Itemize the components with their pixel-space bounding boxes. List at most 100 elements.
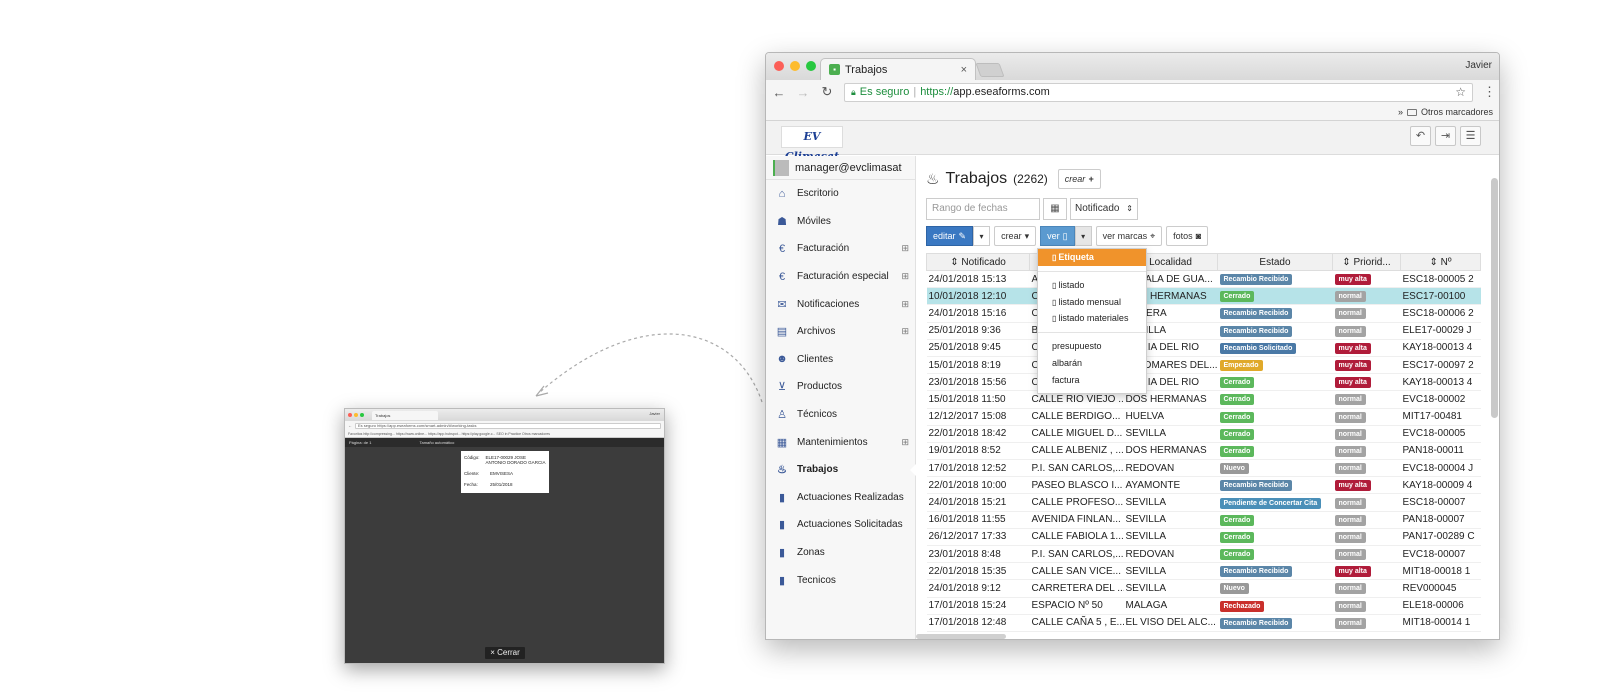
other-bookmarks[interactable]: Otros marcadores [1421, 107, 1493, 117]
table-row[interactable]: 17/01/2018 15:24 ESPACIO Nº 50 MALAGA Recha… [926, 597, 1481, 615]
browser-menu-icon[interactable]: ⋮ [1483, 84, 1496, 100]
status-filter-select[interactable]: Notificado ⇕ [1070, 198, 1138, 220]
calendar-icon[interactable]: ▦ [1043, 198, 1067, 220]
expand-icon[interactable]: ⊞ [901, 437, 909, 448]
preview-user: Javier [649, 411, 660, 416]
sidebar-item-facturación[interactable]: € Facturación ⊞ [766, 235, 915, 263]
hamburger-menu-icon[interactable]: ☰ [1460, 126, 1481, 146]
table-row[interactable]: 17/01/2018 12:48 CALLE CAÑA 5 , E... EL VI… [926, 614, 1481, 632]
evclimasat-logo[interactable]: EV Climasat [781, 126, 843, 163]
preview-url[interactable]: Es seguro https://app.eseaforms.com/smar… [355, 422, 661, 429]
table-row[interactable]: 24/01/2018 9:12 CARRETERA DEL ... SEVILLA N… [926, 579, 1481, 598]
reload-icon[interactable]: ↻ [820, 84, 834, 100]
table-row[interactable]: 22/01/2018 15:35 CALLE SAN VICE... SEVILLA… [926, 562, 1481, 581]
table-row[interactable]: 16/01/2018 11:55 AVENIDA FINLAN... SEVILLA… [926, 511, 1481, 529]
sidebar-item-trabajos[interactable]: ♨ Trabajos [766, 455, 916, 484]
table-row[interactable]: 22/01/2018 18:42 CALLE MIGUEL D... SEVILLA… [926, 425, 1481, 443]
close-dot-icon[interactable] [348, 413, 352, 417]
table-row[interactable]: 15/01/2018 11:50 CALLE RIO VIEJO ... DOS H… [926, 390, 1481, 409]
photos-button[interactable]: fotos ◙ [1166, 226, 1209, 246]
column-header[interactable]: Estado [1217, 253, 1333, 271]
table-row[interactable]: 25/01/2018 9:36B...SEVILLARecambio Recib… [926, 322, 1481, 340]
column-header[interactable]: ⇕ Notificado [926, 253, 1030, 271]
table-row[interactable]: 23/01/2018 8:48 P.I. SAN CARLOS,... REDOVA… [926, 545, 1481, 564]
bookmarks-overflow-icon[interactable]: » [1398, 107, 1403, 117]
close-window-icon[interactable] [774, 61, 784, 71]
priority-badge: muy alta [1334, 342, 1371, 354]
sidebar-item-actuaciones-realizadas[interactable]: ▮ Actuaciones Realizadas [766, 484, 915, 512]
bookmark-star-icon[interactable]: ☆ [1455, 85, 1466, 99]
table-row[interactable]: 22/01/2018 10:00 PASEO BLASCO I... AYAMONT… [926, 476, 1481, 495]
menu-item-listado-materiales[interactable]: ▯ listado materiales [1038, 310, 1146, 327]
file-pdf-icon: ▯ [1052, 297, 1057, 307]
sidebar-user[interactable]: manager@evclimasat [766, 156, 915, 180]
tab-close-icon[interactable]: × [961, 64, 967, 76]
create-dropdown-button[interactable]: crear ▾ [994, 226, 1037, 246]
back-icon[interactable]: ← [348, 423, 352, 428]
expand-icon[interactable]: ⊞ [901, 299, 909, 310]
table-row[interactable]: 25/01/2018 9:45C...CORIA DEL RIORecambio… [926, 339, 1481, 357]
table-row[interactable]: 10/01/2018 12:10C...DOS HERMANASCerradon… [926, 287, 1481, 306]
expand-icon[interactable]: ⊞ [901, 243, 909, 254]
sidebar-item-zonas[interactable]: ▮ Zonas [766, 539, 915, 567]
table-row[interactable]: 12/12/2017 15:08 CALLE BERDIGO... HUELVA Ce… [926, 408, 1481, 426]
menu-item-presupuesto[interactable]: presupuesto [1038, 338, 1146, 355]
menu-item-listado[interactable]: ▯ listado [1038, 277, 1146, 294]
table-row[interactable]: 26/12/2017 17:33 CALLE FABIOLA 1... SEVILL… [926, 528, 1481, 547]
sidebar-item-escritorio[interactable]: ⌂ Escritorio [766, 180, 915, 208]
menu-item-etiqueta[interactable]: ▯ Etiqueta [1038, 249, 1146, 266]
create-title-button[interactable]: crear + [1057, 169, 1101, 189]
profile-name[interactable]: Javier [1465, 60, 1492, 71]
expand-icon[interactable]: ⊞ [901, 271, 909, 282]
table-row[interactable]: 24/01/2018 15:13AV...ALCALA DE GUA...Rec… [926, 270, 1481, 289]
person-icon: ♙ [777, 409, 787, 422]
undo-icon[interactable]: ↶ [1410, 126, 1431, 146]
minimize-window-icon[interactable] [790, 61, 800, 71]
sidebar-item-productos[interactable]: ⊻ Productos [766, 373, 915, 401]
table-row[interactable]: 19/01/2018 8:52 CALLE ALBENIZ , ... DOS HE… [926, 442, 1481, 461]
sidebar-item-mantenimientos[interactable]: ▦ Mantenimientos ⊞ [766, 428, 915, 456]
menu-item-factura[interactable]: factura [1038, 372, 1146, 389]
sidebar-item-facturación-especial[interactable]: € Facturación especial ⊞ [766, 263, 915, 291]
back-icon[interactable]: ← [772, 85, 786, 100]
sidebar-item-tecnicos[interactable]: ▮ Tecnicos [766, 566, 915, 594]
table-cell: Rechazado [1217, 597, 1333, 615]
view-button[interactable]: ver ▯ [1040, 226, 1075, 246]
address-bar[interactable]: 🔒︎ Es seguro | https://app.eseaforms.com… [844, 82, 1473, 102]
view-marks-button[interactable]: ver marcas ⌖ [1095, 226, 1163, 246]
forward-icon[interactable]: → [796, 85, 810, 100]
sidebar-item-archivos[interactable]: ▤ Archivos ⊞ [766, 318, 915, 346]
edit-button[interactable]: editar ✎ [926, 226, 974, 246]
menu-item-albarán[interactable]: albarán [1038, 355, 1146, 372]
table-row[interactable]: 23/01/2018 15:56C...CORIA DEL RIOCerrado… [926, 373, 1481, 392]
sidebar-item-móviles[interactable]: ☗ Móviles [766, 208, 915, 236]
new-tab-button[interactable] [975, 63, 1005, 77]
column-header[interactable]: ⇕ Nº [1400, 253, 1481, 271]
maximize-window-icon[interactable] [806, 61, 816, 71]
table-cell: KAY18-00013 4 [1400, 339, 1481, 357]
vertical-scrollbar[interactable] [1491, 178, 1498, 418]
minimize-dot-icon[interactable] [354, 413, 358, 417]
date-range-input[interactable]: Rango de fechas [926, 198, 1040, 220]
sidebar-item-actuaciones-solicitadas[interactable]: ▮ Actuaciones Solicitadas [766, 511, 915, 539]
horizontal-scrollbar[interactable] [916, 634, 1006, 639]
menu-item-listado-mensual[interactable]: ▯ listado mensual [1038, 294, 1146, 311]
sidebar-item-técnicos[interactable]: ♙ Técnicos [766, 401, 915, 429]
sidebar-item-clientes[interactable]: ☻ Clientes [766, 346, 915, 374]
logout-icon[interactable]: ⇥ [1435, 126, 1456, 146]
view-caret-button[interactable]: ▾ [1074, 226, 1092, 246]
expand-icon[interactable]: ⊞ [901, 326, 909, 337]
column-header[interactable]: ⇕ Priorid... [1332, 253, 1401, 271]
close-preview-button[interactable]: × Cerrar [485, 647, 525, 659]
table-row[interactable]: 15/01/2018 8:19C...PALOMARES DEL...Empez… [926, 356, 1481, 375]
table-row[interactable]: 24/01/2018 15:21 CALLE PROFESO... SEVILLA P… [926, 493, 1481, 512]
table-row[interactable]: 17/01/2018 12:52 P.I. SAN CARLOS,... REDOV… [926, 459, 1481, 478]
preview-zoom-label[interactable]: Tamaño automático [419, 440, 454, 445]
maximize-dot-icon[interactable] [360, 413, 364, 417]
browser-tab[interactable]: ▪ Trabajos × [820, 58, 976, 80]
table-cell: AYAMONTE [1123, 476, 1218, 495]
table-row[interactable]: 24/01/2018 15:16C...UTRERARecambio Recib… [926, 304, 1481, 323]
preview-tab[interactable]: Trabajos [372, 410, 438, 420]
edit-caret-button[interactable]: ▾ [973, 226, 991, 246]
sidebar-item-notificaciones[interactable]: ✉ Notificaciones ⊞ [766, 290, 915, 318]
